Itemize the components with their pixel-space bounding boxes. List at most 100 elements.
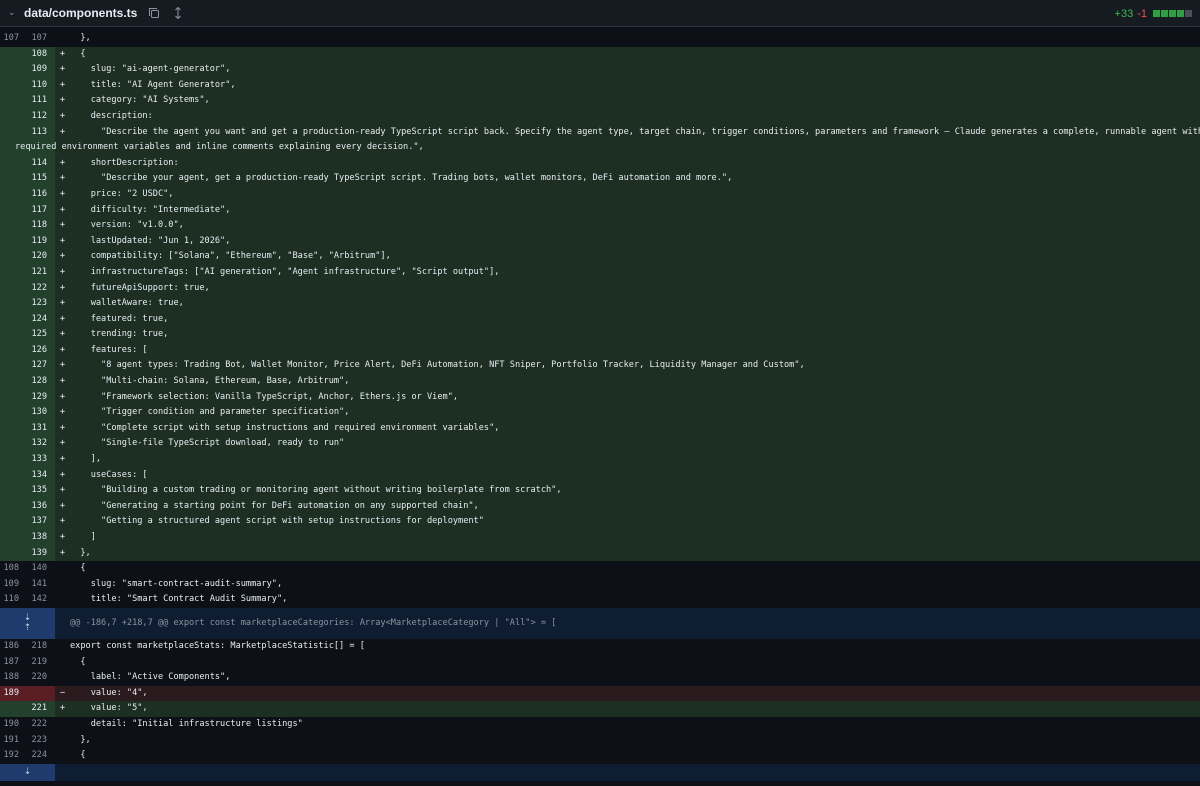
new-line-number[interactable]: 109 [19,62,47,78]
file-path[interactable]: data/components.ts [24,6,137,20]
old-line-number[interactable] [0,187,19,203]
old-line-number[interactable] [0,171,19,187]
new-line-number[interactable]: 119 [19,234,47,250]
diff-line[interactable]: 120 + compatibility: ["Solana", "Ethereum… [0,249,1200,265]
new-line-number[interactable]: 111 [19,93,47,109]
old-line-number[interactable]: 109 [0,577,19,593]
old-line-number[interactable] [0,499,19,515]
old-line-number[interactable] [0,203,19,219]
diff-line[interactable]: 109 141 slug: "smart-contract-audit-summa… [0,577,1200,593]
diff-line[interactable]: 139 + }, [0,545,1200,562]
copy-icon[interactable] [147,6,161,20]
new-line-number[interactable]: 110 [19,78,47,94]
diff-line[interactable]: 110 + title: "AI Agent Generator", [0,77,1200,94]
old-line-number[interactable] [0,343,19,359]
old-line-number[interactable] [0,218,19,234]
diff-line[interactable]: 189 − value: "4", [0,685,1200,702]
diff-line[interactable]: 115 + "Describe your agent, get a product… [0,171,1200,187]
new-line-number[interactable]: 135 [19,483,47,499]
diff-line[interactable]: 107 107 }, [0,31,1200,47]
diff-line[interactable]: 188 220 label: "Active Components", [0,670,1200,686]
diff-line[interactable]: required environment variables and inlin… [0,140,1200,156]
new-line-number[interactable]: 220 [19,670,47,686]
old-line-number[interactable] [0,390,19,406]
old-line-number[interactable] [0,249,19,265]
old-line-number[interactable] [0,483,19,499]
new-line-number[interactable]: 134 [19,468,47,484]
old-line-number[interactable]: 108 [0,561,19,577]
diff-line[interactable]: 136 + "Generating a starting point for De… [0,498,1200,515]
new-line-number[interactable]: 138 [19,530,47,546]
diff-line[interactable]: 125 + trending: true, [0,327,1200,343]
new-line-number[interactable]: 141 [19,577,47,593]
old-line-number[interactable]: 192 [0,748,19,764]
new-line-number[interactable]: 121 [19,265,47,281]
old-line-number[interactable]: 107 [0,31,19,47]
diff-line[interactable]: 186 218 export const marketplaceStats: Ma… [0,639,1200,655]
new-line-number[interactable]: 128 [19,374,47,390]
old-line-number[interactable] [0,421,19,437]
new-line-number[interactable]: 114 [19,156,47,172]
expand-all-icon[interactable] [171,6,185,20]
new-line-number[interactable]: 123 [19,296,47,312]
diff-line[interactable]: 113 + "Describe the agent you want and ge… [0,124,1200,141]
diff-line[interactable]: 190 222 detail: "Initial infrastructure l… [0,717,1200,733]
old-line-number[interactable] [0,234,19,250]
new-line-number[interactable]: 116 [19,187,47,203]
new-line-number[interactable] [19,686,47,702]
old-line-number[interactable] [0,265,19,281]
new-line-number[interactable]: 108 [19,47,47,63]
diff-line[interactable]: 132 + "Single-file TypeScript download, r… [0,436,1200,453]
old-line-number[interactable] [0,281,19,297]
diff-line[interactable]: 128 + "Multi-chain: Solana, Ethereum, Bas… [0,374,1200,390]
diff-line[interactable]: 123 + walletAware: true, [0,296,1200,312]
old-line-number[interactable] [0,327,19,343]
new-line-number[interactable]: 113 [19,125,47,141]
new-line-number[interactable]: 124 [19,312,47,328]
new-line-number[interactable]: 222 [19,717,47,733]
new-line-number[interactable]: 139 [19,546,47,562]
diff-line[interactable]: 127 + "8 agent types: Trading Bot, Wallet… [0,358,1200,375]
old-line-number[interactable] [0,125,19,141]
new-line-number[interactable]: 129 [19,390,47,406]
new-line-number[interactable]: 118 [19,218,47,234]
diff-line[interactable]: 130 + "Trigger condition and parameter sp… [0,405,1200,421]
diff-line[interactable]: 129 + "Framework selection: Vanilla TypeS… [0,389,1200,406]
old-line-number[interactable]: 191 [0,733,19,749]
new-line-number[interactable]: 126 [19,343,47,359]
new-line-number[interactable]: 218 [19,639,47,655]
old-line-number[interactable] [0,62,19,78]
old-line-number[interactable] [0,514,19,530]
diff-line[interactable]: 109 + slug: "ai-agent-generator", [0,62,1200,78]
diff-line[interactable]: 108 + { [0,46,1200,63]
expand-up-icon[interactable]: ⇡ [24,623,32,633]
diff-line[interactable]: 119 + lastUpdated: "Jun 1, 2026", [0,233,1200,250]
old-line-number[interactable] [0,436,19,452]
old-line-number[interactable] [0,358,19,374]
new-line-number[interactable]: 221 [19,701,47,717]
old-line-number[interactable] [0,452,19,468]
new-line-number[interactable]: 107 [19,31,47,47]
diff-line[interactable]: 121 + infrastructureTags: ["AI generation… [0,264,1200,281]
diff-line[interactable]: 133 + ], [0,452,1200,468]
diff-line[interactable]: 108 140 { [0,561,1200,577]
new-line-number[interactable]: 122 [19,281,47,297]
new-line-number[interactable]: 137 [19,514,47,530]
diff-line[interactable]: 138 + ] [0,530,1200,546]
diff-line[interactable]: 131 + "Complete script with setup instruc… [0,420,1200,437]
diff-line[interactable]: 112 + description: [0,108,1200,125]
diff-line[interactable]: 221 + value: "5", [0,701,1200,717]
diff-line[interactable]: 111 + category: "AI Systems", [0,93,1200,109]
expand-button[interactable]: ⇣ [0,763,55,781]
old-line-number[interactable] [0,312,19,328]
expand-button[interactable]: ⇣ ⇡ [0,607,55,639]
new-line-number[interactable]: 117 [19,203,47,219]
new-line-number[interactable]: 132 [19,436,47,452]
diff-line[interactable]: 191 223 }, [0,733,1200,749]
diff-line[interactable]: 110 142 title: "Smart Contract Audit Summ… [0,592,1200,608]
diff-line[interactable]: 116 + price: "2 USDC", [0,186,1200,203]
old-line-number[interactable] [0,93,19,109]
old-line-number[interactable] [0,156,19,172]
new-line-number[interactable]: 125 [19,327,47,343]
old-line-number[interactable] [0,530,19,546]
